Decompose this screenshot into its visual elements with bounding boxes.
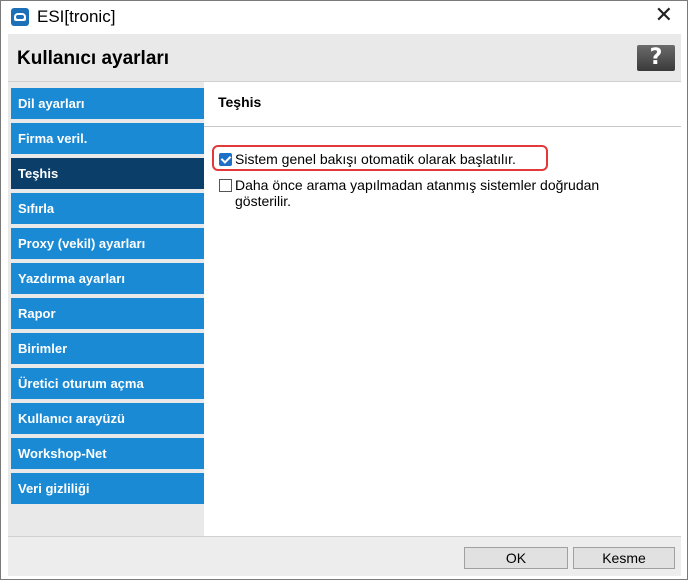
title-bar: ESI[tronic] ✕ (1, 1, 687, 33)
direct-show-systems-checkbox[interactable] (219, 179, 232, 192)
sidebar-item-language[interactable]: Dil ayarları (11, 88, 210, 119)
app-logo-icon (11, 8, 29, 26)
settings-content: Teşhis Sistem genel bakışı otomatik olar… (204, 82, 681, 536)
sidebar-item-reset[interactable]: Sıfırla (11, 193, 210, 224)
sidebar-item-user-interface[interactable]: Kullanıcı arayüzü (11, 403, 210, 434)
auto-start-overview-option[interactable]: Sistem genel bakışı otomatik olarak başl… (219, 151, 516, 167)
section-title: Teşhis (218, 94, 262, 110)
help-button[interactable]: ? (637, 45, 675, 71)
direct-show-systems-option[interactable]: Daha önce arama yapılmadan atanmış siste… (219, 177, 659, 209)
section-divider (204, 126, 681, 127)
sidebar-item-units[interactable]: Birimler (11, 333, 210, 364)
sidebar-item-manufacturer-login[interactable]: Üretici oturum açma (11, 368, 210, 399)
sidebar-item-data-privacy[interactable]: Veri gizliliği (11, 473, 210, 504)
dialog-footer: OK Kesme (8, 536, 681, 576)
sidebar-item-print-settings[interactable]: Yazdırma ayarları (11, 263, 210, 294)
auto-start-overview-checkbox[interactable] (219, 153, 232, 166)
direct-show-systems-label: Daha önce arama yapılmadan atanmış siste… (235, 177, 600, 209)
dialog-header: Kullanıcı ayarları ? (8, 34, 681, 82)
sidebar-item-workshop-net[interactable]: Workshop-Net (11, 438, 210, 469)
window-title: ESI[tronic] (37, 7, 116, 26)
auto-start-overview-label: Sistem genel bakışı otomatik olarak başl… (235, 151, 516, 167)
ok-button[interactable]: OK (464, 547, 568, 569)
sidebar-item-diagnosis[interactable]: Teşhis (11, 158, 210, 189)
sidebar-item-company-data[interactable]: Firma veril. (11, 123, 210, 154)
page-title: Kullanıcı ayarları (17, 48, 170, 69)
settings-sidebar: Dil ayarları Firma veril. Teşhis Sıfırla… (8, 82, 210, 536)
sidebar-item-report[interactable]: Rapor (11, 298, 210, 329)
close-button[interactable]: ✕ (655, 4, 673, 28)
cancel-button[interactable]: Kesme (573, 547, 675, 569)
sidebar-item-proxy-settings[interactable]: Proxy (vekil) ayarları (11, 228, 210, 259)
settings-window: ESI[tronic] ✕ Kullanıcı ayarları ? Dil a… (0, 0, 688, 580)
